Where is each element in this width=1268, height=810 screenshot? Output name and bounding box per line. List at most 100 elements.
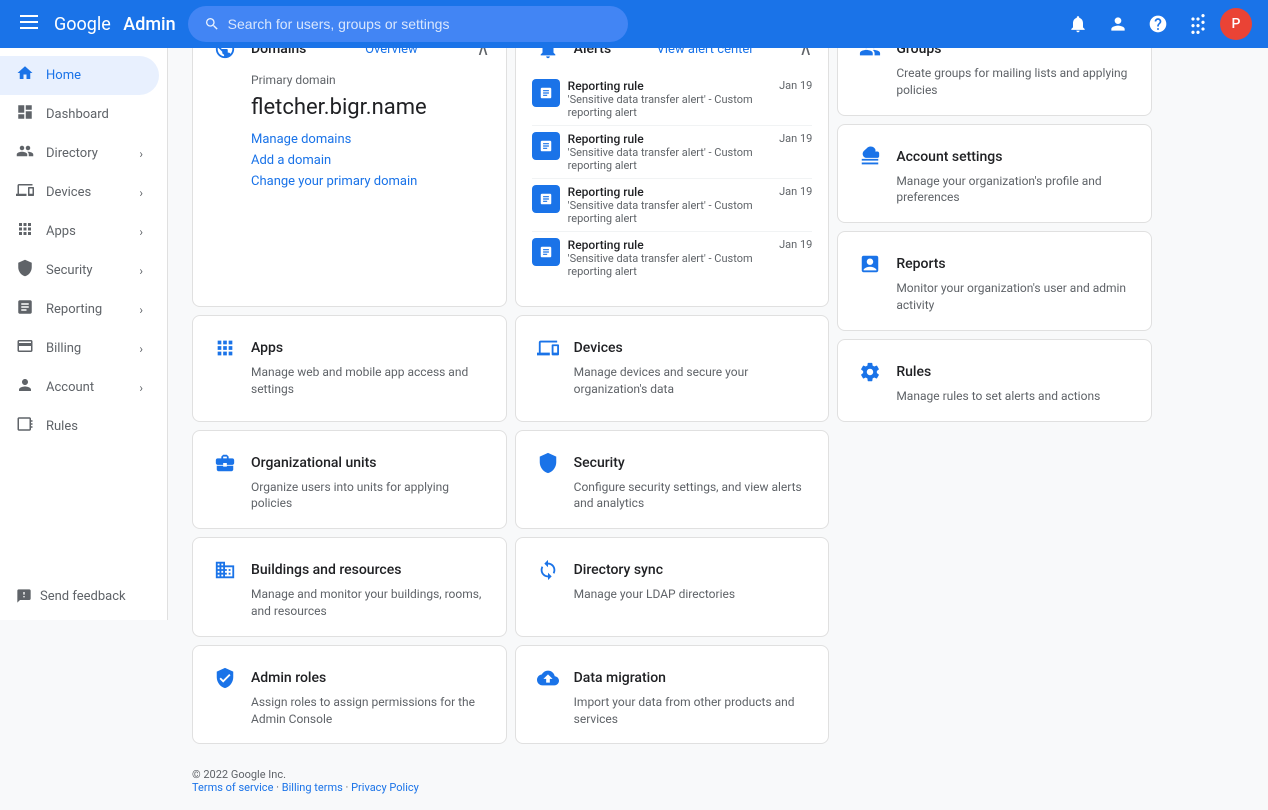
devices-icon (16, 181, 34, 204)
alert-content-4: Reporting rule 'Sensitive data transfer … (568, 238, 771, 278)
apps-icon (16, 220, 34, 243)
reports-card[interactable]: Reports Monitor your organization's user… (837, 231, 1152, 331)
admin-roles-title: Admin roles (251, 670, 326, 686)
security-card-desc: Configure security settings, and view al… (574, 479, 813, 513)
devices-card-icon (532, 332, 564, 364)
admin-roles-title-row: Admin roles (209, 662, 490, 694)
directory-sync-card[interactable]: Directory sync Manage your LDAP director… (515, 537, 830, 637)
alert-title-1: Reporting rule (568, 79, 771, 93)
apps-card[interactable]: Apps Manage web and mobile app access an… (192, 315, 507, 421)
security-icon (16, 259, 34, 282)
domains-card[interactable]: Domains Overview ∧ Primary domain fletch… (192, 16, 507, 307)
security-card[interactable]: Security Configure security settings, an… (515, 430, 830, 530)
reports-icon (854, 248, 886, 280)
admin-roles-card[interactable]: Admin roles Assign roles to assign permi… (192, 645, 507, 745)
sidebar-item-security[interactable]: Security › (0, 251, 159, 290)
apps-card-desc: Manage web and mobile app access and set… (251, 364, 490, 398)
buildings-card[interactable]: Buildings and resources Manage and monit… (192, 537, 507, 637)
alert-report-icon-2 (532, 132, 560, 160)
privacy-link[interactable]: Privacy Policy (351, 781, 419, 794)
sidebar-item-devices[interactable]: Devices › (0, 173, 159, 212)
sidebar-item-rules[interactable]: Rules (0, 407, 159, 446)
app-logo: Google Admin (54, 14, 176, 35)
org-units-card[interactable]: Organizational units Organize users into… (192, 430, 507, 530)
org-units-desc: Organize users into units for applying p… (251, 479, 490, 513)
rules-card[interactable]: Rules Manage rules to set alerts and act… (837, 339, 1152, 422)
account-settings-card[interactable]: Account settings Manage your organizatio… (837, 124, 1152, 224)
security-title-row: Security (532, 447, 813, 479)
alert-content-1: Reporting rule 'Sensitive data transfer … (568, 79, 771, 119)
right-column: Groups Create groups for mailing lists a… (837, 16, 1152, 422)
help-icon[interactable] (1140, 6, 1176, 42)
sidebar-item-account[interactable]: Account › (0, 368, 159, 407)
org-units-title: Organizational units (251, 455, 376, 471)
sidebar-item-apps[interactable]: Apps › (0, 212, 159, 251)
alert-title-2: Reporting rule (568, 132, 771, 146)
reports-title: Reports (896, 256, 945, 272)
alert-sub-4: 'Sensitive data transfer alert' - Custom… (568, 252, 771, 278)
chevron-down-icon-7: › (139, 381, 143, 395)
alert-sub-2: 'Sensitive data transfer alert' - Custom… (568, 146, 771, 172)
admin-roles-icon (209, 662, 241, 694)
org-units-icon (209, 447, 241, 479)
logo-admin: Admin (123, 14, 175, 35)
search-icon (204, 16, 220, 32)
search-bar[interactable] (188, 6, 628, 42)
send-feedback[interactable]: Send feedback (16, 588, 126, 604)
sidebar-label-account: Account (46, 380, 94, 395)
data-migration-card[interactable]: Data migration Import your data from oth… (515, 645, 830, 745)
sidebar: Home Dashboard Directory › Devices › App… (0, 48, 168, 620)
apps-grid-icon[interactable] (1180, 6, 1216, 42)
sidebar-item-reporting[interactable]: Reporting › (0, 290, 159, 329)
sidebar-item-directory[interactable]: Directory › (0, 134, 159, 173)
account-icon (16, 376, 34, 399)
contacts-icon[interactable] (1100, 6, 1136, 42)
sidebar-label-billing: Billing (46, 341, 81, 356)
alert-item[interactable]: Reporting rule 'Sensitive data transfer … (532, 232, 813, 284)
chevron-down-icon: › (139, 147, 143, 161)
avatar[interactable]: P (1220, 8, 1252, 40)
topnav: Google Admin P (0, 0, 1268, 48)
alert-item[interactable]: Reporting rule 'Sensitive data transfer … (532, 126, 813, 179)
buildings-icon (209, 554, 241, 586)
directory-sync-title-row: Directory sync (532, 554, 813, 586)
add-domain-link[interactable]: Add a domain (251, 153, 490, 168)
terms-link[interactable]: Terms of service (192, 781, 273, 794)
alert-sub-1: 'Sensitive data transfer alert' - Custom… (568, 93, 771, 119)
directory-sync-title: Directory sync (574, 562, 663, 578)
devices-card[interactable]: Devices Manage devices and secure your o… (515, 315, 830, 421)
billing-terms-link[interactable]: Billing terms (282, 781, 343, 794)
data-migration-desc: Import your data from other products and… (574, 694, 813, 728)
groups-desc: Create groups for mailing lists and appl… (896, 65, 1135, 99)
devices-card-title: Devices (574, 340, 623, 356)
apps-grid-card-icon (209, 332, 241, 364)
chevron-down-icon-6: › (139, 342, 143, 356)
manage-domains-link[interactable]: Manage domains (251, 132, 490, 147)
rules-title: Rules (896, 364, 931, 380)
sidebar-item-home[interactable]: Home (0, 56, 159, 95)
alert-item[interactable]: Reporting rule 'Sensitive data transfer … (532, 73, 813, 126)
alerts-list: Reporting rule 'Sensitive data transfer … (532, 73, 813, 284)
search-input[interactable] (228, 16, 612, 32)
alert-item[interactable]: Reporting rule 'Sensitive data transfer … (532, 179, 813, 232)
alert-date-4: Jan 19 (779, 238, 812, 251)
sidebar-item-billing[interactable]: Billing › (0, 329, 159, 368)
alert-report-icon-3 (532, 185, 560, 213)
sidebar-item-dashboard[interactable]: Dashboard (0, 95, 159, 134)
notifications-icon[interactable] (1060, 6, 1096, 42)
change-primary-link[interactable]: Change your primary domain (251, 174, 490, 189)
data-migration-title: Data migration (574, 670, 666, 686)
menu-icon[interactable] (16, 8, 42, 40)
domain-name: fletcher.bigr.name (251, 95, 490, 120)
feedback-icon (16, 588, 32, 604)
directory-icon (16, 142, 34, 165)
sidebar-label-rules: Rules (46, 419, 78, 434)
alert-title-4: Reporting rule (568, 238, 771, 252)
org-units-title-row: Organizational units (209, 447, 490, 479)
billing-icon (16, 337, 34, 360)
alert-title-3: Reporting rule (568, 185, 771, 199)
alert-report-icon-1 (532, 79, 560, 107)
admin-roles-desc: Assign roles to assign permissions for t… (251, 694, 490, 728)
directory-sync-desc: Manage your LDAP directories (574, 586, 813, 603)
alerts-card[interactable]: Alerts View alert center ∧ Reporting rul… (515, 16, 830, 307)
